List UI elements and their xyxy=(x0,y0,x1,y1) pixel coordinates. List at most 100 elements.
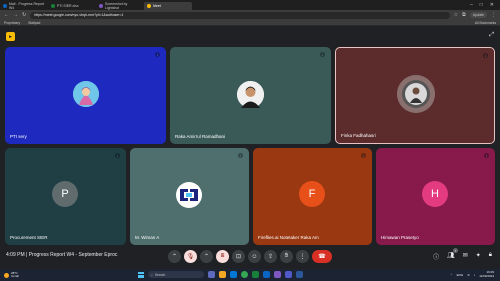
audio-options-icon[interactable]: ⌃ xyxy=(168,250,181,263)
emoji-button[interactable]: ☺ xyxy=(248,250,261,263)
windows-start-icon[interactable] xyxy=(138,271,144,278)
participant-tile[interactable]: P ⁞ Procurement SIER xyxy=(5,148,126,245)
edge-icon[interactable] xyxy=(230,271,237,278)
participant-initial-avatar: H xyxy=(422,181,448,207)
participant-name: Himawan Prasetyo xyxy=(381,235,419,240)
participant-photo-avatar xyxy=(397,75,435,113)
browser-tab[interactable]: PTI SIER.xlsx xyxy=(48,2,96,10)
maximize-icon[interactable]: □ xyxy=(480,2,483,8)
browser-tab-strip: Mail - Progress Report W4 PTI SIER.xlsx … xyxy=(0,0,500,10)
avatar-initial: H xyxy=(431,188,439,200)
participant-tile[interactable]: H ⁞ Himawan Prasetyo xyxy=(376,148,495,245)
forward-icon[interactable]: → xyxy=(13,12,18,18)
fullscreen-icon[interactable]: ⤢ xyxy=(489,32,494,39)
weather-desc: Cerah xyxy=(11,274,20,278)
close-icon[interactable]: ✕ xyxy=(490,2,494,8)
reload-icon[interactable]: ↻ xyxy=(22,12,26,18)
tab-label: Meet xyxy=(153,4,161,8)
participant-photo-avatar xyxy=(73,81,99,107)
tab-label: Screenshot by Lightshot xyxy=(105,2,128,10)
video-options-icon[interactable]: ⌃ xyxy=(200,250,213,263)
participant-count-badge: 7 xyxy=(452,248,458,253)
system-tray: ⌃ ENG ≋ ♪ 16:09 11/09/2024 xyxy=(450,270,494,278)
tab-favicon-icon xyxy=(51,4,55,8)
windows-taskbar: 28°C Cerah ⌕ Search ⌃ ENG ≋ ♪ 16:09 11/0… xyxy=(0,269,500,281)
bookmark-item[interactable]: Wattpad xyxy=(28,21,40,25)
back-icon[interactable]: ← xyxy=(4,12,9,18)
participant-name: Raka Amirrul Ramadhani xyxy=(175,134,226,139)
file-explorer-icon[interactable] xyxy=(219,271,226,278)
participant-name: Finka Fadhahasri xyxy=(341,133,376,138)
weather-text: 28°C Cerah xyxy=(11,271,20,279)
participant-tile[interactable]: ⁞ PTI sery xyxy=(5,47,166,144)
info-icon[interactable]: ⓘ xyxy=(433,252,439,261)
taskbar-clock[interactable]: 16:09 11/09/2024 xyxy=(479,270,494,278)
chrome-icon[interactable] xyxy=(241,271,248,278)
tab-favicon-icon xyxy=(147,4,151,8)
weather-widget[interactable]: 28°C Cerah xyxy=(0,271,20,279)
participant-tile-pinned[interactable]: ⁞ Finka Fadhahasri xyxy=(335,47,495,144)
outlook-icon[interactable] xyxy=(263,271,270,278)
participant-tile[interactable]: ⁞ M. Wiman A xyxy=(130,148,249,245)
teams-icon[interactable] xyxy=(285,271,292,278)
excel-icon[interactable] xyxy=(252,271,259,278)
mic-off-button[interactable]: 🎙︎ xyxy=(184,250,197,263)
participant-tile[interactable]: ⁞ Raka Amirrul Ramadhani xyxy=(170,47,331,144)
update-button[interactable]: Update xyxy=(469,12,487,18)
language-indicator[interactable]: ENG xyxy=(457,273,464,277)
window-controls: – □ ✕ xyxy=(470,2,500,8)
participant-initial-avatar: F xyxy=(299,181,325,207)
speaking-indicator-icon: ⁞ xyxy=(484,153,489,158)
participant-name: PTI sery xyxy=(10,134,27,139)
tab-favicon-icon xyxy=(99,4,103,8)
volume-icon[interactable]: ♪ xyxy=(474,273,476,277)
url-text: https://meet.google.com/nyo-vhqh-nmr?pli… xyxy=(34,13,124,17)
browser-toolbar: ← → ↻ https://meet.google.com/nyo-vhqh-n… xyxy=(0,10,500,20)
word-icon[interactable] xyxy=(296,271,303,278)
call-controls: ⌃ 🎙︎ ⌃ ⧈ ⊡ ☺ ⇪ ✋︎ ⋮ ☎︎ xyxy=(168,250,332,263)
meeting-title: Progress Report W4 - September Eproc xyxy=(28,252,118,258)
speaking-indicator-icon: ⁞ xyxy=(238,153,243,158)
browser-tab[interactable]: Mail - Progress Report W4 xyxy=(0,2,48,10)
activities-icon[interactable]: ✦ xyxy=(476,252,481,261)
captions-button[interactable]: ⊡ xyxy=(232,250,245,263)
participant-name: M. Wiman A xyxy=(135,235,160,240)
task-view-icon[interactable] xyxy=(208,271,215,278)
taskbar-search[interactable]: ⌕ Search xyxy=(148,271,204,278)
browser-tab[interactable]: Screenshot by Lightshot xyxy=(96,2,144,10)
address-bar[interactable]: https://meet.google.com/nyo-vhqh-nmr?pli… xyxy=(30,11,450,19)
meeting-info: 4:09 PM | Progress Report W4 - September… xyxy=(6,252,117,258)
wifi-icon[interactable]: ≋ xyxy=(467,273,470,277)
host-controls-icon[interactable]: 🔒︎ xyxy=(489,252,492,261)
bookmark-item[interactable]: Proprietary xyxy=(4,21,20,25)
all-bookmarks-button[interactable]: All Bookmarks xyxy=(475,21,496,25)
menu-icon[interactable]: ⋮ xyxy=(491,12,496,18)
extensions-icon[interactable]: ⧉ xyxy=(462,12,466,18)
people-button[interactable]: 👥︎ 7 xyxy=(447,248,458,261)
present-button[interactable]: ⇪ xyxy=(264,250,277,263)
participant-name: Fireflies.ai Notetaker Raka Am xyxy=(258,235,319,240)
tab-favicon-icon xyxy=(3,4,7,8)
leave-call-button[interactable]: ☎︎ xyxy=(312,250,332,263)
more-options-button[interactable]: ⋮ xyxy=(296,250,309,263)
raise-hand-button[interactable]: ✋︎ xyxy=(280,250,293,263)
tab-label: PTI SIER.xlsx xyxy=(57,4,79,8)
meet-logo-icon: ▸ xyxy=(6,32,15,41)
separator: | xyxy=(26,252,28,258)
chevron-up-icon[interactable]: ⌃ xyxy=(450,273,453,277)
people-icon: 👥︎ xyxy=(447,253,455,259)
screen: Mail - Progress Report W4 PTI SIER.xlsx … xyxy=(0,0,500,281)
participant-initial-avatar: P xyxy=(52,181,78,207)
search-placeholder: Search xyxy=(154,272,166,277)
store-icon[interactable] xyxy=(274,271,281,278)
star-icon[interactable]: ☆ xyxy=(454,12,458,18)
search-icon: ⌕ xyxy=(151,272,153,277)
browser-tab-active[interactable]: Meet xyxy=(144,2,192,10)
speaking-indicator-icon: ⁞ xyxy=(361,153,366,158)
person-photo-icon xyxy=(237,81,264,108)
participant-tile[interactable]: F ⁞ Fireflies.ai Notetaker Raka Am xyxy=(253,148,372,245)
minimize-icon[interactable]: – xyxy=(470,2,473,8)
camera-off-button[interactable]: ⧈ xyxy=(216,250,229,263)
chat-icon[interactable]: ✉ xyxy=(463,252,468,261)
sun-icon xyxy=(4,272,9,278)
